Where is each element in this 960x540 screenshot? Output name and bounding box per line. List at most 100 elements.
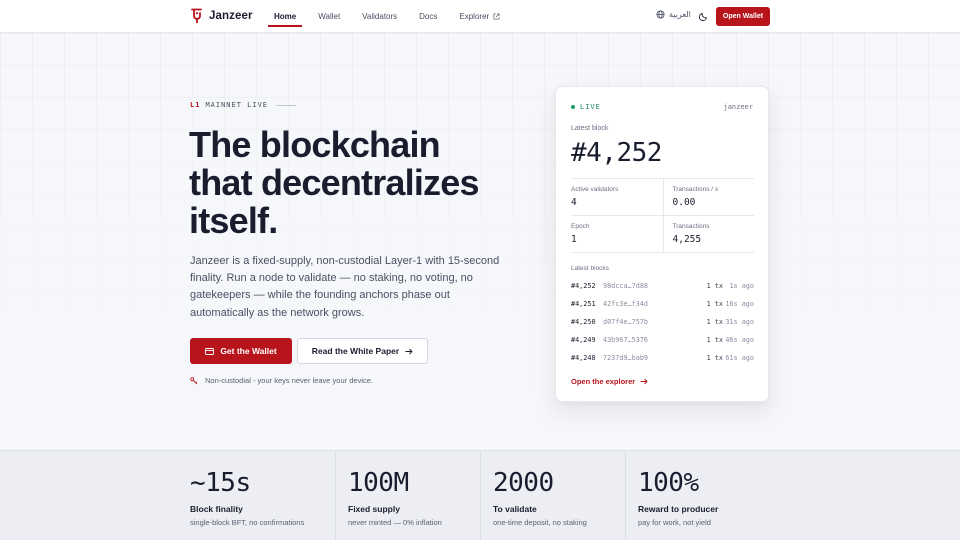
eyebrow-tag: L1: [190, 101, 201, 109]
metric-fixed-supply: 100M Fixed supply never minted — 0% infl…: [335, 451, 480, 540]
eyebrow: L1 MAINNET LIVE: [190, 101, 297, 109]
nav-explorer[interactable]: Explorer: [453, 0, 506, 33]
card-brand: janzeer: [723, 103, 753, 111]
block-number: #4,251: [571, 300, 596, 308]
stat-value: 1: [571, 234, 577, 245]
block-number: #4,250: [571, 318, 596, 326]
get-wallet-label: Get the Wallet: [220, 346, 277, 356]
metric-sub: single-block BFT, no confirmations: [190, 518, 305, 527]
block-age: 16s ago: [725, 300, 754, 308]
latest-block-number: #4,252: [571, 138, 662, 168]
read-white-paper-label: Read the White Paper: [311, 346, 400, 356]
block-hash: 43b967…5376: [603, 336, 649, 344]
metric-sub: one-time deposit, no staking: [493, 518, 587, 527]
arrow-right-icon: [640, 378, 648, 385]
block-row[interactable]: #4,249 43b967…5376 1 tx 46s ago: [571, 331, 754, 349]
block-tx-count: 1 tx: [706, 318, 723, 326]
block-tx-count: 1 tx: [706, 282, 723, 290]
grid-background: [0, 33, 960, 450]
metric-label: To validate: [493, 504, 537, 514]
globe-icon: [656, 10, 665, 19]
network-stats: Active validators 4 Transactions / s 0.0…: [571, 178, 754, 253]
dark-mode-moon-icon[interactable]: [699, 11, 709, 21]
stat-transactions-per-second: Transactions / s 0.00: [662, 179, 755, 215]
nav-wallet[interactable]: Wallet: [312, 0, 346, 33]
block-row[interactable]: #4,251 42fc3e…f34d 1 tx 16s ago: [571, 295, 754, 313]
hero-title-line-3: itself.: [189, 200, 278, 241]
top-nav: Janzeer Home Wallet Validators Docs Expl…: [0, 0, 960, 33]
wallet-icon: [205, 347, 215, 355]
stat-label: Transactions / s: [672, 186, 719, 193]
nav-docs-label: Docs: [419, 12, 438, 21]
nav-explorer-label: Explorer: [459, 12, 490, 21]
block-row[interactable]: #4,252 98dcca…7d88 1 tx 1s ago: [571, 277, 754, 295]
block-hash: 98dcca…7d88: [603, 282, 649, 290]
language-label: العربية: [669, 10, 691, 19]
metric-sub: never minted — 0% inflation: [348, 518, 442, 527]
get-wallet-button[interactable]: Get the Wallet: [190, 338, 292, 364]
metric-value: 100M: [348, 468, 409, 498]
latest-blocks-label: Latest blocks: [571, 265, 609, 272]
metric-sub: pay for work, not yield: [638, 518, 711, 527]
stat-active-validators: Active validators 4: [571, 179, 663, 215]
live-indicator: LIVE: [571, 103, 601, 111]
nav-home-label: Home: [274, 12, 297, 21]
metric-label: Reward to producer: [638, 504, 719, 514]
metric-value: ~15s: [190, 468, 251, 498]
open-explorer-label: Open the explorer: [571, 377, 636, 386]
stat-label: Active validators: [571, 186, 619, 193]
stat-label: Transactions: [672, 223, 710, 230]
metric-value: 100%: [638, 468, 699, 498]
block-hash: 42fc3e…f34d: [603, 300, 649, 308]
block-hash: d07f4e…757b: [603, 318, 649, 326]
custody-note-text: Non-custodial - your keys never leave yo…: [205, 376, 373, 385]
janzeer-logo-icon: [191, 8, 202, 24]
metric-block-finality: ~15s Block finality single-block BFT, no…: [190, 451, 335, 540]
block-number: #4,248: [571, 354, 596, 362]
brand-name: Janzeer: [209, 10, 253, 22]
nav-home[interactable]: Home: [268, 0, 303, 33]
block-row[interactable]: #4,248 7237d9…bab9 1 tx 61s ago: [571, 349, 754, 367]
language-switcher[interactable]: العربية: [656, 10, 691, 19]
block-row[interactable]: #4,250 d07f4e…757b 1 tx 31s ago: [571, 313, 754, 331]
stat-value: 0.00: [672, 197, 696, 208]
stats-row: Active validators 4 Transactions / s 0.0…: [571, 179, 754, 216]
metric-label: Fixed supply: [348, 504, 400, 514]
nav-validators[interactable]: Validators: [356, 0, 403, 33]
read-white-paper-button[interactable]: Read the White Paper: [297, 338, 428, 364]
stat-value: 4: [571, 197, 577, 208]
brand-logo[interactable]: Janzeer: [190, 8, 253, 24]
key-icon: [190, 376, 198, 384]
nav-docs[interactable]: Docs: [413, 0, 443, 33]
latest-block-label: Latest block: [571, 125, 609, 132]
eyebrow-line: [276, 104, 297, 106]
stat-epoch: Epoch 1: [571, 216, 663, 252]
block-age: 31s ago: [725, 318, 754, 326]
metric-to-validate: 2000 To validate one-time deposit, no st…: [480, 451, 625, 540]
latest-blocks-list: #4,252 98dcca…7d88 1 tx 1s ago #4,251 42…: [571, 277, 754, 367]
stat-transactions: Transactions 4,255: [662, 216, 755, 252]
block-number: #4,249: [571, 336, 596, 344]
hero-lead: Janzeer is a fixed-supply, non-custodial…: [190, 255, 500, 319]
open-explorer-link[interactable]: Open the explorer: [571, 377, 648, 386]
block-tx-count: 1 tx: [706, 300, 723, 308]
metric-value: 2000: [493, 468, 554, 498]
open-wallet-button[interactable]: Open Wallet: [716, 7, 770, 26]
block-tx-count: 1 tx: [706, 354, 723, 362]
nav-wallet-label: Wallet: [318, 12, 341, 21]
hero-title: The blockchain that decentralizes itself…: [189, 126, 529, 240]
live-dot-icon: [571, 105, 575, 109]
live-label: LIVE: [580, 103, 601, 111]
hero-title-line-1: The blockchain: [189, 124, 441, 165]
metrics-band: ~15s Block finality single-block BFT, no…: [0, 450, 960, 540]
block-age: 46s ago: [725, 336, 754, 344]
arrow-right-icon: [405, 348, 413, 354]
custody-note: Non-custodial - your keys never leave yo…: [190, 376, 373, 385]
card-header: LIVE janzeer: [571, 103, 753, 111]
block-tx-count: 1 tx: [706, 336, 723, 344]
block-number: #4,252: [571, 282, 596, 290]
eyebrow-text: MAINNET LIVE: [205, 101, 269, 109]
block-hash: 7237d9…bab9: [603, 354, 649, 362]
main-nav: Home Wallet Validators Docs Explorer: [268, 0, 516, 33]
block-age: 1s ago: [729, 282, 754, 290]
